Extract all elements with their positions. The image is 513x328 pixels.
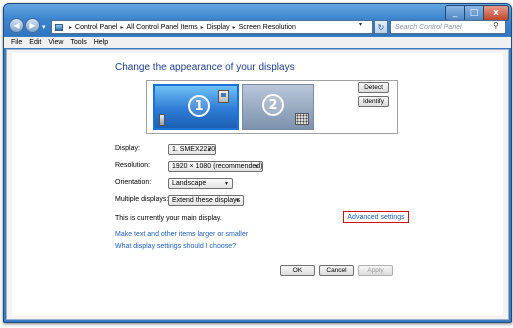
close-button[interactable]: x xyxy=(483,5,509,21)
chevron-down-icon: ▼ xyxy=(224,181,229,187)
refresh-icon: ↻ xyxy=(377,22,385,32)
multiple-displays-select[interactable]: Extend these displays ▼ xyxy=(168,195,244,206)
resolution-select[interactable]: 1920 × 1080 (recommended) ▼ xyxy=(168,161,263,172)
search-icon[interactable]: ⚲ xyxy=(493,21,499,30)
display-select[interactable]: 1. SMEX2220 ▼ xyxy=(168,144,216,155)
menu-bar: File Edit View Tools Help xyxy=(4,37,511,48)
recent-pages-dropdown-icon[interactable]: ▾ xyxy=(42,23,46,31)
breadcrumb-control-panel[interactable]: Control Panel xyxy=(75,24,117,31)
cancel-button[interactable]: Cancel xyxy=(319,265,354,276)
control-panel-icon xyxy=(55,23,63,31)
resolution-value: 1920 × 1080 (recommended) xyxy=(172,163,263,170)
text-size-link[interactable]: Make text and other items larger or smal… xyxy=(115,231,248,238)
chevron-down-icon: ▼ xyxy=(235,198,240,204)
advanced-settings-highlight: Advanced settings xyxy=(343,211,409,223)
multiple-displays-value: Extend these displays xyxy=(172,197,241,204)
page-title: Change the appearance of your displays xyxy=(115,62,295,73)
monitor-icon xyxy=(218,90,229,103)
title-bar: _ □ x ◀ ▶ ▾ ▸ Control Panel ▸ All Contro… xyxy=(4,4,511,36)
menu-edit[interactable]: Edit xyxy=(29,39,41,46)
breadcrumb-separator-icon[interactable]: ▸ xyxy=(233,24,236,31)
chevron-down-icon: ▼ xyxy=(207,147,212,153)
multiple-displays-label: Multiple displays: xyxy=(115,196,169,203)
breadcrumb-screen-resolution[interactable]: Screen Resolution xyxy=(239,24,296,31)
menu-help[interactable]: Help xyxy=(94,39,108,46)
detect-button[interactable]: Detect xyxy=(358,82,389,93)
orientation-label: Orientation: xyxy=(115,179,152,186)
orientation-value: Landscape xyxy=(172,180,207,187)
screen-resolution-panel: Change the appearance of your displays 1… xyxy=(12,53,503,316)
refresh-button[interactable]: ↻ xyxy=(374,20,388,34)
back-arrow-icon: ◀ xyxy=(13,20,20,30)
address-bar[interactable]: ▸ Control Panel ▸ All Control Panel Item… xyxy=(51,20,373,34)
forward-button[interactable]: ▶ xyxy=(25,18,40,33)
apply-button[interactable]: Apply xyxy=(358,265,393,276)
back-button[interactable]: ◀ xyxy=(9,18,24,33)
menu-view[interactable]: View xyxy=(48,39,63,46)
menu-tools[interactable]: Tools xyxy=(70,39,86,46)
orientation-select[interactable]: Landscape ▼ xyxy=(168,178,233,189)
monitor-1[interactable]: 1 xyxy=(153,84,239,130)
main-display-text: This is currently your main display. xyxy=(115,215,222,222)
screen-resolution-window: _ □ x ◀ ▶ ▾ ▸ Control Panel ▸ All Contro… xyxy=(3,3,512,323)
display-help-link[interactable]: What display settings should I choose? xyxy=(115,243,236,250)
monitor-2[interactable]: 2 xyxy=(242,84,314,130)
chevron-down-icon: ▼ xyxy=(254,164,259,170)
address-dropdown-icon[interactable]: ▾ xyxy=(359,21,362,28)
minimize-button[interactable]: _ xyxy=(445,5,465,21)
content-area: Change the appearance of your displays 1… xyxy=(6,49,509,320)
breadcrumb-all-items[interactable]: All Control Panel Items xyxy=(126,24,197,31)
breadcrumb-separator-icon[interactable]: ▸ xyxy=(69,24,72,31)
computer-tower-icon xyxy=(159,114,165,126)
monitor-number-badge: 2 xyxy=(262,94,284,116)
maximize-button[interactable]: □ xyxy=(464,5,484,21)
search-input[interactable]: Search Control Panel xyxy=(390,20,506,34)
breadcrumb-display[interactable]: Display xyxy=(207,24,230,31)
resolution-label: Resolution: xyxy=(115,162,151,169)
display-label: Display: xyxy=(115,145,140,152)
identify-button[interactable]: Identify xyxy=(358,96,389,107)
monitor-number-badge: 1 xyxy=(188,95,210,117)
advanced-settings-link[interactable]: Advanced settings xyxy=(347,214,404,221)
keypad-icon xyxy=(295,113,309,125)
forward-arrow-icon: ▶ xyxy=(29,20,36,30)
breadcrumb-separator-icon[interactable]: ▸ xyxy=(120,24,123,31)
menu-file[interactable]: File xyxy=(11,39,22,46)
breadcrumb-separator-icon[interactable]: ▸ xyxy=(201,24,204,31)
ok-button[interactable]: OK xyxy=(280,265,315,276)
